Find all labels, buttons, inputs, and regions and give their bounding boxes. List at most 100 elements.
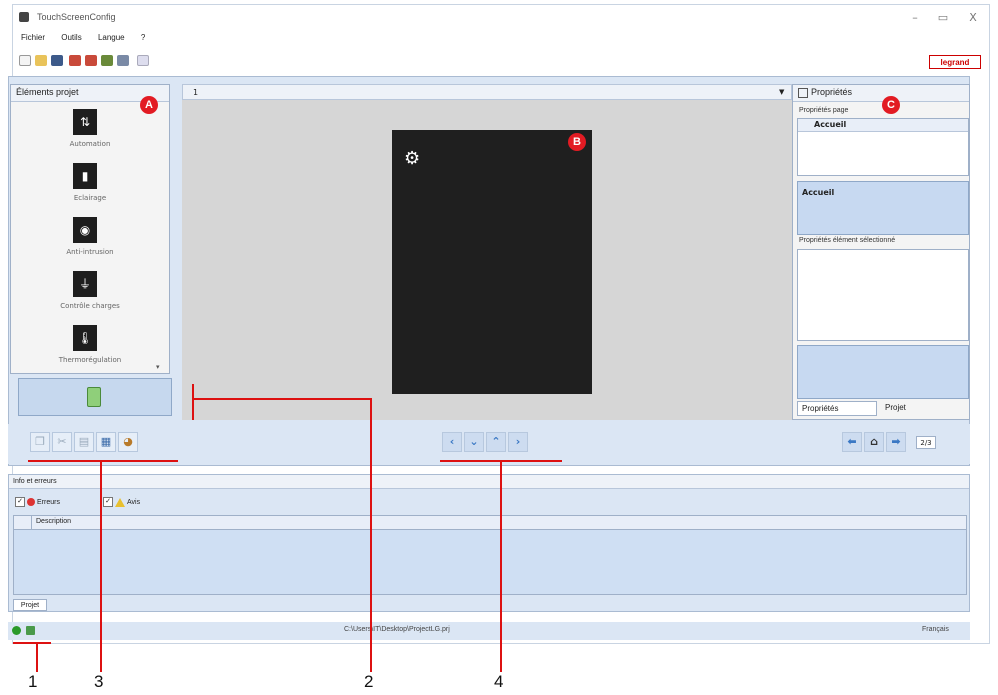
warning-icon [115, 497, 125, 507]
next-page-button[interactable]: ➡ [886, 432, 906, 452]
maximize-button[interactable]: ▭ [935, 11, 951, 24]
element-description-box [797, 345, 969, 399]
project-elements-panel: Éléments projet ⇅ Automation ▮ Eclairage… [10, 84, 170, 374]
language-indicator: Français [922, 626, 949, 633]
properties-icon [798, 87, 808, 98]
element-properties-label: Propriétés élément sélectionné [799, 237, 896, 244]
page-number: 1 [193, 88, 199, 97]
callout-line-3 [100, 460, 102, 672]
page-properties-value: Accueil [798, 119, 968, 132]
shutter-icon: ⇅ [73, 109, 97, 135]
errors-checkbox[interactable]: ✓ [15, 497, 25, 507]
nav-up-button[interactable]: ⌃ [486, 432, 506, 452]
page-properties-label: Propriétés page [799, 107, 849, 114]
info-errors-panel: Info et erreurs ✓ Erreurs ✓ Avis Descripti… [8, 474, 970, 612]
callout-bracket-2 [192, 384, 194, 420]
copy-icon[interactable]: ❐ [30, 432, 50, 452]
page-description-value: Accueil [802, 188, 835, 197]
lamp-icon: ▮ [73, 163, 97, 189]
menu-outils[interactable]: Outils [61, 33, 81, 42]
window-title: TouchScreenConfig [37, 12, 116, 22]
table-header: Description [14, 516, 966, 530]
settings-gears-icon[interactable]: ⚙ [404, 148, 420, 169]
warnings-checkbox[interactable]: ✓ [103, 497, 113, 507]
app-icon [19, 12, 29, 22]
callout-number-1: 1 [28, 672, 38, 691]
nav-left-button[interactable]: ‹ [442, 432, 462, 452]
menu-bar: Fichier Outils Langue ? [13, 33, 989, 49]
new-file-icon[interactable] [19, 55, 31, 66]
callout-underline-3 [28, 460, 178, 462]
save-icon[interactable] [51, 55, 63, 66]
warnings-filter[interactable]: ✓ Avis [103, 497, 140, 507]
page-properties-box[interactable]: Accueil [797, 118, 969, 176]
trash-drop-zone[interactable] [18, 378, 172, 416]
menu-fichier[interactable]: Fichier [21, 33, 45, 42]
element-properties-box[interactable] [797, 249, 969, 341]
tab-projet[interactable]: Projet [881, 401, 941, 416]
page-description-box: Accueil [797, 181, 969, 235]
tab-projet-label: Projet [885, 403, 906, 412]
callout-line-4 [500, 460, 502, 672]
properties-title-text: Propriétés [811, 87, 853, 97]
badge-b: B [568, 133, 586, 151]
open-folder-icon[interactable] [35, 55, 47, 66]
dropdown-icon[interactable]: ▼ [779, 88, 784, 96]
grid-dropdown-icon[interactable] [137, 55, 149, 66]
callout-line-2 [370, 398, 372, 672]
tab-proprietes[interactable]: Propriétés [797, 401, 877, 416]
menu-help[interactable]: ? [141, 33, 145, 42]
status-save-icon [26, 626, 35, 635]
paste-icon[interactable]: ▤ [74, 432, 94, 452]
callout-line-1 [36, 642, 38, 672]
tab-proprietes-label: Propriétés [802, 404, 839, 413]
home-button[interactable]: ⌂ [864, 432, 884, 452]
plug-icon: ⏚ [73, 271, 97, 297]
warnings-label: Avis [127, 498, 141, 506]
element-eclairage[interactable]: ▮ Eclairage [11, 159, 169, 211]
element-thermoregulation[interactable]: 🌡 Thermorégulation [11, 321, 169, 373]
nav-right-button[interactable]: › [508, 432, 528, 452]
menu-langue[interactable]: Langue [98, 33, 125, 42]
callout-underline-1 [13, 642, 51, 644]
properties-tabs: Propriétés Projet [797, 401, 967, 417]
title-bar: TouchScreenConfig – ▭ X [13, 5, 989, 31]
nav-down-button[interactable]: ⌄ [464, 432, 484, 452]
status-ok-icon [12, 626, 21, 635]
error-icon [27, 498, 35, 506]
callout-number-2: 2 [364, 672, 374, 691]
scroll-down-icon[interactable]: ▾ [156, 363, 160, 371]
prev-page-button[interactable]: ⬅ [842, 432, 862, 452]
send-icon[interactable] [85, 55, 97, 66]
element-label: Automation [69, 140, 111, 148]
transfer-icon[interactable] [101, 55, 113, 66]
touchscreen-preview[interactable]: ⚙ [392, 130, 592, 394]
callout-number-4: 4 [494, 672, 504, 691]
element-anti-intrusion[interactable]: ◉ Anti-intrusion [11, 213, 169, 265]
info-tab-projet[interactable]: Projet [13, 599, 47, 611]
element-controle-charges[interactable]: ⏚ Contrôle charges [11, 267, 169, 319]
device-icon[interactable] [117, 55, 129, 66]
page-selector[interactable]: 1 ▼ [182, 84, 792, 100]
callout-arm-2 [192, 398, 372, 400]
palette-icon[interactable]: ◕ [118, 432, 138, 452]
thermometer-icon: 🌡 [73, 325, 97, 351]
grid-icon[interactable]: ▦ [96, 432, 116, 452]
callout-number-3: 3 [94, 672, 104, 691]
row-header-cell [14, 516, 32, 530]
action-bar: ❐ ✂ ▤ ▦ ◕ ‹ ⌄ ⌃ › ⬅ ⌂ ➡ 2/3 [8, 424, 970, 464]
element-label: Contrôle charges [60, 302, 120, 310]
project-path: C:\Users\IT\Desktop\ProjectLG.prj [344, 626, 450, 633]
cut-icon[interactable]: ✂ [52, 432, 72, 452]
errors-table: Description [13, 515, 967, 595]
minimize-button[interactable]: – [907, 11, 923, 24]
status-bar: C:\Users\IT\Desktop\ProjectLG.prj França… [8, 622, 970, 640]
properties-title: Propriétés [793, 85, 969, 102]
description-column-header[interactable]: Description [36, 518, 71, 525]
legrand-logo: legrand [929, 55, 981, 69]
close-button[interactable]: X [965, 11, 981, 24]
export-icon[interactable] [69, 55, 81, 66]
errors-label: Erreurs [37, 498, 60, 506]
errors-filter[interactable]: ✓ Erreurs [15, 497, 60, 507]
badge-c: C [882, 96, 900, 114]
